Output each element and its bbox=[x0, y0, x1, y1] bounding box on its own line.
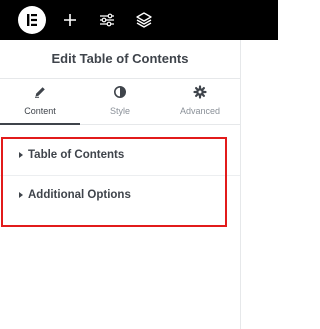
plus-icon[interactable] bbox=[60, 10, 80, 30]
elementor-logo-icon[interactable] bbox=[18, 6, 46, 34]
editor-panel: Edit Table of Contents Content Style Adv… bbox=[0, 40, 241, 329]
half-circle-icon bbox=[113, 85, 127, 99]
panel-header: Edit Table of Contents bbox=[0, 40, 240, 79]
section-label: Additional Options bbox=[28, 189, 131, 201]
caret-right-icon bbox=[19, 192, 23, 198]
tab-advanced[interactable]: Advanced bbox=[160, 79, 240, 124]
caret-right-icon bbox=[19, 152, 23, 158]
tab-advanced-label: Advanced bbox=[179, 106, 221, 116]
layers-icon[interactable] bbox=[134, 10, 154, 30]
pencil-icon bbox=[33, 85, 47, 99]
section-list: Table of Contents Additional Options bbox=[0, 136, 240, 215]
sliders-icon[interactable] bbox=[97, 10, 117, 30]
tab-style-label: Style bbox=[109, 106, 130, 116]
section-table-of-contents[interactable]: Table of Contents bbox=[0, 136, 240, 176]
tab-content-label: Content bbox=[24, 106, 56, 116]
panel-tabs: Content Style Advanced bbox=[0, 79, 240, 125]
gear-icon bbox=[193, 85, 207, 99]
section-additional-options[interactable]: Additional Options bbox=[0, 176, 240, 215]
top-toolbar bbox=[0, 0, 278, 40]
tab-style[interactable]: Style bbox=[80, 79, 160, 124]
section-label: Table of Contents bbox=[28, 149, 125, 161]
panel-title: Edit Table of Contents bbox=[51, 51, 189, 66]
tab-content[interactable]: Content bbox=[0, 79, 80, 125]
